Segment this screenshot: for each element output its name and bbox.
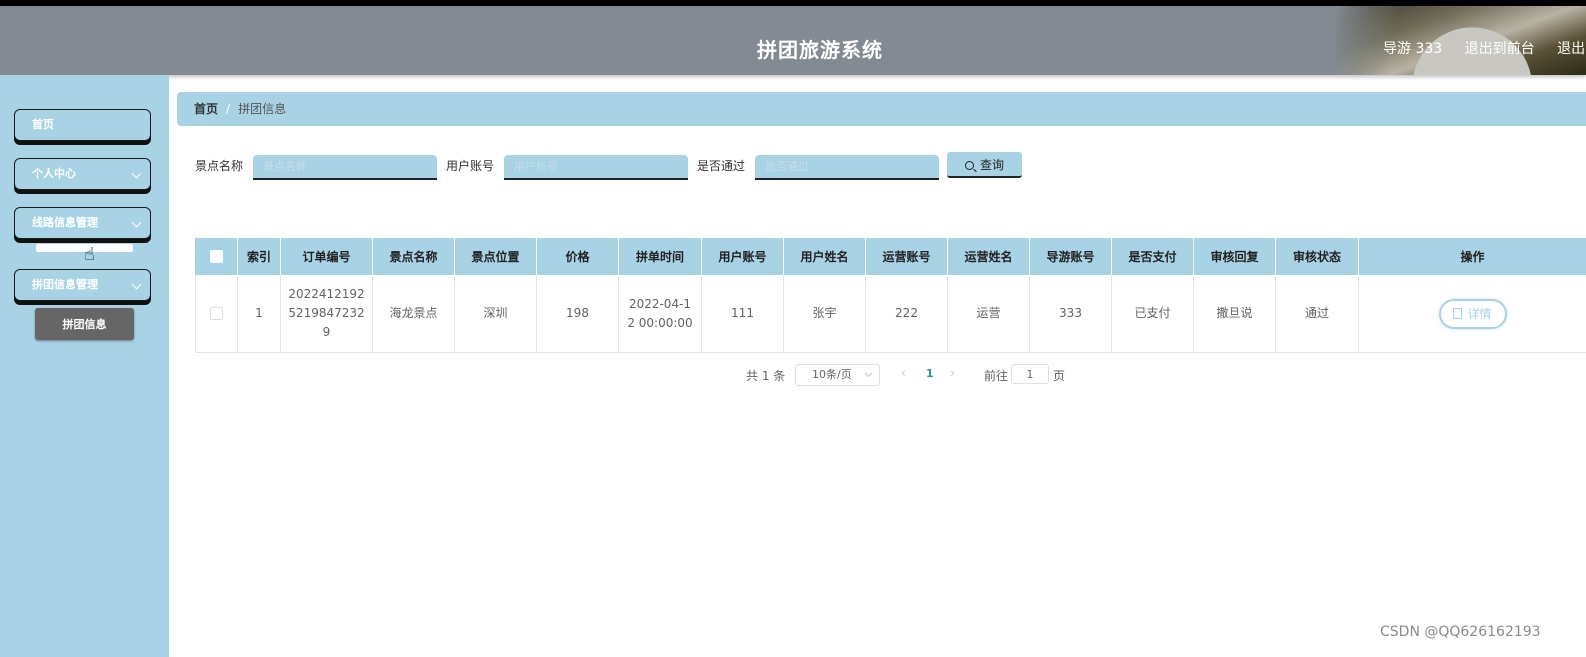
- column-header[interactable]: 用户姓名: [784, 238, 866, 275]
- column-header[interactable]: 景点位置: [455, 238, 537, 275]
- select-all-cell: [195, 238, 238, 275]
- column-header[interactable]: 景点名称: [373, 238, 455, 275]
- time-line: 2022-04-1: [628, 296, 692, 311]
- cell-index: 1: [238, 275, 281, 352]
- cell-user-account: 111: [702, 275, 784, 352]
- goto-label: 前往: [984, 369, 1009, 383]
- sidebar-item-route-management[interactable]: 线路信息管理: [14, 207, 151, 239]
- cell-spot-location: 深圳: [455, 275, 537, 352]
- sidebar-item-label: 拼团信息管理: [32, 278, 98, 291]
- cell-order-no: 2022412192 5219847232 9: [281, 275, 373, 352]
- pagination-total: 共 1 条: [746, 369, 786, 383]
- app-header: 拼团旅游系统 导游 333 退出到前台 退出: [0, 6, 1586, 75]
- page-unit-label: 页: [1053, 369, 1066, 383]
- detail-button-label: 详情: [1467, 306, 1492, 321]
- column-header[interactable]: 索引: [238, 238, 281, 275]
- column-header[interactable]: 用户账号: [702, 238, 784, 275]
- current-user: 导游 333: [1383, 41, 1443, 57]
- cell-group-time: 2022-04-1 2 00:00:00: [619, 275, 702, 352]
- cell-guide-account: 333: [1030, 275, 1112, 352]
- exit-to-front-link[interactable]: 退出到前台: [1465, 41, 1535, 57]
- cell-actions: 详情: [1359, 275, 1586, 352]
- select-all-checkbox[interactable]: [209, 250, 223, 263]
- search-icon: [964, 161, 974, 170]
- goto-page-input[interactable]: [1011, 364, 1049, 384]
- sidebar-item-label: 线路信息管理: [32, 216, 98, 229]
- page-number-current[interactable]: 1: [926, 367, 934, 380]
- chevron-down-icon: [131, 168, 142, 179]
- order-no-line: 5219847232: [288, 306, 365, 320]
- sidebar-item-label: 首页: [32, 118, 54, 131]
- column-header[interactable]: 审核状态: [1276, 238, 1359, 275]
- row-select-cell: [195, 275, 238, 352]
- breadcrumb-current: 拼团信息: [238, 102, 287, 116]
- column-header[interactable]: 价格: [537, 238, 619, 275]
- search-button[interactable]: 查询: [947, 152, 1022, 178]
- hand-cursor-icon: ☝: [84, 244, 95, 265]
- column-header[interactable]: 订单编号: [281, 238, 373, 275]
- column-header[interactable]: 是否支付: [1112, 238, 1194, 275]
- page-size-value: 10条/页: [812, 368, 852, 381]
- cell-review-status: 通过: [1276, 275, 1359, 352]
- detail-button[interactable]: 详情: [1438, 298, 1507, 329]
- cell-op-account: 222: [866, 275, 948, 352]
- cell-paid: 已支付: [1112, 275, 1194, 352]
- watermark: CSDN @QQ626162193: [1380, 624, 1541, 640]
- user-account-label: 用户账号: [446, 159, 495, 173]
- column-header[interactable]: 运营姓名: [948, 238, 1030, 275]
- row-checkbox[interactable]: [210, 307, 223, 320]
- user-account-input[interactable]: [504, 155, 688, 180]
- sidebar-item-label: 个人中心: [32, 167, 76, 180]
- column-header[interactable]: 操作: [1359, 238, 1586, 275]
- prev-page-button[interactable]: ‹: [901, 366, 906, 380]
- cell-price: 198: [537, 275, 619, 352]
- sidebar-item-group-management[interactable]: 拼团信息管理: [14, 269, 151, 301]
- cell-review-reply: 撒旦说: [1194, 275, 1276, 352]
- chevron-down-icon: [131, 279, 142, 290]
- document-icon: [1453, 308, 1463, 319]
- chevron-down-icon: [131, 217, 142, 228]
- app-title: 拼团旅游系统: [757, 38, 883, 62]
- sidebar-item-personal-center[interactable]: 个人中心: [14, 158, 151, 190]
- sidebar-subitem-group-info[interactable]: 拼团信息: [35, 308, 134, 340]
- spot-name-label: 景点名称: [195, 159, 244, 173]
- chevron-down-icon: [864, 369, 873, 378]
- column-header[interactable]: 拼单时间: [619, 238, 702, 275]
- approved-input[interactable]: [755, 155, 939, 180]
- order-no-line: 2022412192: [288, 287, 365, 301]
- column-header[interactable]: 审核回复: [1194, 238, 1276, 275]
- order-no-line: 9: [322, 325, 331, 339]
- cell-op-name: 运营: [948, 275, 1030, 352]
- breadcrumb: 首页 / 拼团信息: [177, 92, 1586, 126]
- logout-link[interactable]: 退出: [1557, 41, 1585, 57]
- approved-label: 是否通过: [697, 159, 746, 173]
- column-header[interactable]: 运营账号: [866, 238, 948, 275]
- table-header: 索引 订单编号 景点名称 景点位置 价格 拼单时间 用户账号 用户姓名 运营账号…: [195, 238, 1586, 275]
- spot-name-input[interactable]: [253, 155, 437, 180]
- time-line: 2 00:00:00: [627, 315, 693, 330]
- cell-user-name: 张宇: [784, 275, 866, 352]
- user-links: 导游 333 退出到前台 退出: [1383, 38, 1586, 58]
- next-page-button[interactable]: ›: [950, 366, 955, 380]
- search-button-label: 查询: [979, 158, 1004, 172]
- cell-spot-name: 海龙景点: [373, 275, 455, 352]
- table-row: 1 2022412192 5219847232 9 海龙景点 深圳 198 20…: [195, 275, 1586, 353]
- breadcrumb-separator: /: [226, 102, 231, 116]
- breadcrumb-home[interactable]: 首页: [194, 102, 218, 116]
- sidebar-item-home[interactable]: 首页: [14, 109, 151, 141]
- page-size-select[interactable]: 10条/页: [795, 364, 880, 386]
- column-header[interactable]: 导游账号: [1030, 238, 1112, 275]
